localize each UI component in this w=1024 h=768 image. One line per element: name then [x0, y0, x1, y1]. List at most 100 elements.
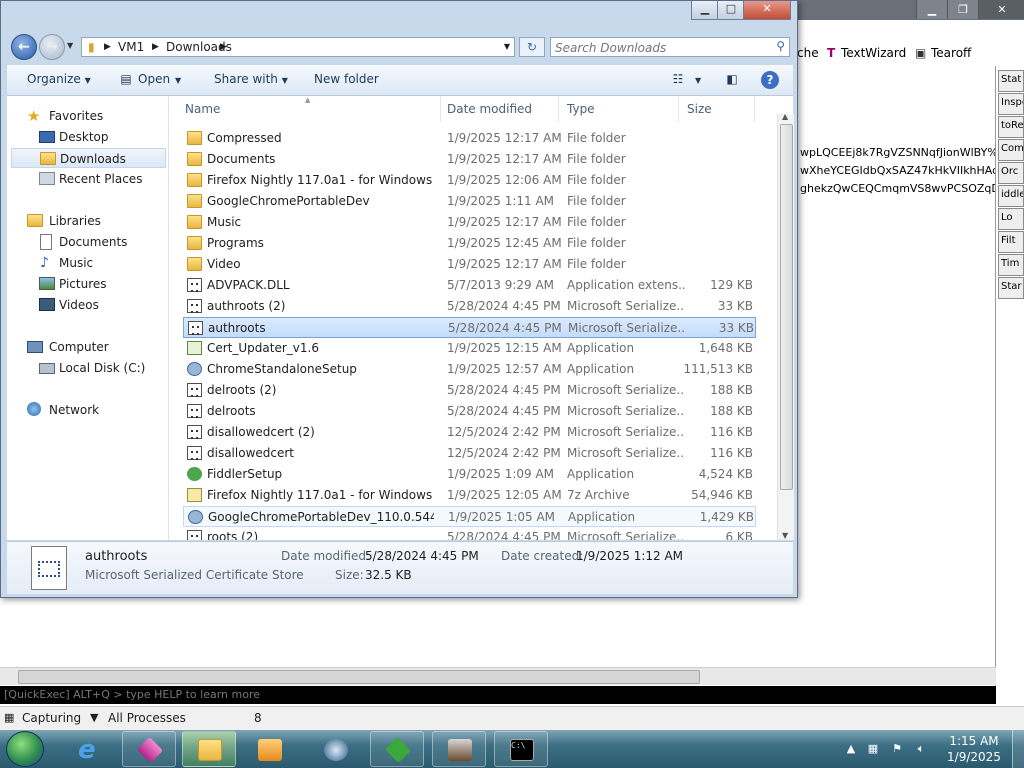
maximize-button[interactable]: □: [717, 1, 745, 20]
minimize-button[interactable]: ▁: [691, 1, 719, 20]
tab-fiddlerscript[interactable]: iddle: [998, 185, 1024, 207]
column-type[interactable]: Type: [559, 96, 679, 122]
nav-recent-places[interactable]: Recent Places: [7, 169, 167, 189]
tab-autoresponder[interactable]: toRe: [998, 116, 1024, 138]
file-row[interactable]: Programs 1/9/2025 12:45 AM File folder: [183, 233, 756, 254]
show-hidden-icons[interactable]: ▲: [844, 742, 858, 756]
file-row[interactable]: delroots 5/28/2024 4:45 PM Microsoft Seria…: [183, 401, 756, 422]
search-icon[interactable]: ⚲: [776, 39, 785, 53]
nav-documents[interactable]: Documents: [7, 232, 167, 252]
nav-favorites[interactable]: ★ Favorites: [7, 106, 167, 126]
file-row[interactable]: roots (2) 5/28/2024 4:45 PM Microsoft Seri…: [183, 527, 756, 540]
view-options-icon[interactable]: ☷: [667, 69, 689, 89]
preview-pane-icon[interactable]: ◧: [721, 69, 743, 89]
file-row[interactable]: Firefox Nightly 117.0a1 - for Windows 7 …: [183, 485, 756, 506]
share-with-button[interactable]: Share with ▼: [214, 72, 288, 86]
tab-statistics[interactable]: Stat: [998, 70, 1024, 92]
view-dropdown[interactable]: ▼: [695, 76, 701, 85]
file-row[interactable]: ChromeStandaloneSetup 1/9/2025 12:57 AM Ap…: [183, 359, 756, 380]
file-row[interactable]: GoogleChromePortableDev_110.0.5449.3... 1…: [183, 506, 756, 527]
organize-button[interactable]: Organize ▼: [27, 72, 91, 86]
file-row[interactable]: disallowedcert 12/5/2024 2:42 PM Microsoft…: [183, 443, 756, 464]
background-minimize-button[interactable]: ▁: [916, 0, 947, 19]
nav-pictures[interactable]: Pictures: [7, 274, 167, 294]
network-tray-icon[interactable]: ▦: [866, 742, 880, 756]
background-close-button[interactable]: ✕: [978, 0, 1024, 19]
taskbar-app-3[interactable]: [432, 731, 486, 767]
address-bar[interactable]: ▮ ▶ VM1 ▶ Downloads ▶ ▼: [81, 37, 515, 57]
scrollbar-thumb[interactable]: [18, 670, 700, 684]
recent-pages-dropdown[interactable]: ▼: [67, 41, 73, 50]
column-date-modified[interactable]: Date modified: [439, 96, 559, 122]
file-row[interactable]: authroots (2) 5/28/2024 4:45 PM Microsoft …: [183, 296, 756, 317]
scroll-down-arrow[interactable]: ▼: [782, 531, 788, 540]
textwizard-button[interactable]: TextWizard: [841, 46, 906, 60]
splitter[interactable]: [995, 66, 996, 686]
cache-button[interactable]: che: [797, 46, 819, 60]
search-input[interactable]: [553, 39, 767, 56]
tearoff-button[interactable]: Tearoff: [931, 46, 971, 60]
nav-music[interactable]: ♪ Music: [7, 253, 167, 273]
nav-computer[interactable]: Computer: [7, 337, 167, 357]
breadcrumb-vm1[interactable]: VM1: [118, 40, 144, 54]
tab-timeline[interactable]: Tim: [998, 254, 1024, 276]
horizontal-scrollbar[interactable]: [0, 667, 996, 685]
file-row[interactable]: FiddlerSetup 1/9/2025 1:09 AM Application 4…: [183, 464, 756, 485]
open-button[interactable]: Open: [138, 72, 170, 86]
file-row[interactable]: authroots 5/28/2024 4:45 PM Microsoft Seri…: [183, 317, 756, 338]
background-maximize-button[interactable]: ❐: [947, 0, 978, 19]
tab-orchestra[interactable]: Orc: [998, 162, 1024, 184]
capturing-toggle[interactable]: Capturing: [22, 711, 81, 725]
volume-icon[interactable]: 🔈︎: [914, 742, 928, 756]
back-button[interactable]: ←: [11, 34, 37, 60]
address-history-dropdown[interactable]: ▼: [504, 42, 510, 51]
column-size[interactable]: Size: [679, 96, 755, 122]
file-row[interactable]: disallowedcert (2) 12/5/2024 2:42 PM Micro…: [183, 422, 756, 443]
tab-filters[interactable]: Filt: [998, 231, 1024, 253]
nav-libraries[interactable]: Libraries: [7, 211, 167, 231]
file-row[interactable]: GoogleChromePortableDev 1/9/2025 1:11 AM F…: [183, 191, 756, 212]
nav-local-disk[interactable]: Local Disk (C:): [7, 358, 167, 378]
flag-icon[interactable]: ⚑: [890, 742, 904, 756]
session-url[interactable]: ghekzQwCEQCmqmVS8wvPCSOZqDG%...: [800, 182, 995, 200]
tab-start[interactable]: Star: [998, 277, 1024, 299]
scroll-up-arrow[interactable]: ▲: [782, 112, 788, 121]
process-filter[interactable]: All Processes: [108, 711, 186, 725]
quickexec-input[interactable]: [QuickExec] ALT+Q > type HELP to learn m…: [0, 686, 996, 704]
file-row[interactable]: Documents 1/9/2025 12:17 AM File folder: [183, 149, 756, 170]
help-icon[interactable]: ?: [761, 71, 779, 89]
nav-desktop[interactable]: Desktop: [7, 127, 167, 147]
nav-videos[interactable]: Videos: [7, 295, 167, 315]
scrollbar-thumb[interactable]: [780, 124, 793, 490]
taskbar-media-player[interactable]: [242, 731, 296, 767]
nav-downloads[interactable]: Downloads: [11, 148, 166, 168]
start-button[interactable]: [6, 731, 44, 767]
refresh-button[interactable]: ↻: [519, 37, 545, 57]
taskbar-fiddler[interactable]: [370, 731, 424, 767]
clock[interactable]: 1:15 AM 1/9/2025: [944, 733, 1004, 765]
file-row[interactable]: ADVPACK.DLL 5/7/2013 9:29 AM Application e…: [183, 275, 756, 296]
open-dropdown[interactable]: ▼: [175, 76, 181, 85]
close-button[interactable]: ✕: [743, 1, 791, 20]
taskbar-app-1[interactable]: [122, 731, 176, 767]
show-desktop-button[interactable]: [1012, 730, 1024, 768]
forward-button[interactable]: →: [39, 34, 65, 60]
file-row[interactable]: Cert_Updater_v1.6 1/9/2025 12:15 AM Applic…: [183, 338, 756, 359]
vertical-scrollbar[interactable]: ▲ ▼: [777, 112, 794, 540]
file-row[interactable]: Compressed 1/9/2025 12:17 AM File folder: [183, 128, 756, 149]
taskbar-command-prompt[interactable]: C:\: [494, 731, 548, 767]
taskbar-windows-explorer[interactable]: [182, 731, 236, 767]
session-url[interactable]: wXheYCEGIdbQxSAZ47kHkVIIkhHAo%3D: [800, 164, 995, 182]
taskbar-app-2[interactable]: [308, 731, 362, 767]
file-row[interactable]: Video 1/9/2025 12:17 AM File folder: [183, 254, 756, 275]
file-row[interactable]: delroots (2) 5/28/2024 4:45 PM Microsoft S…: [183, 380, 756, 401]
tab-composer[interactable]: Com: [998, 139, 1024, 161]
tab-inspectors[interactable]: Inspe: [998, 93, 1024, 115]
file-row[interactable]: Music 1/9/2025 12:17 AM File folder: [183, 212, 756, 233]
session-url[interactable]: wpLQCEEj8k7RgVZSNNqfJionWlBY%3D: [800, 146, 995, 164]
nav-network[interactable]: Network: [7, 400, 167, 420]
tab-log[interactable]: Lo: [998, 208, 1024, 230]
file-row[interactable]: Firefox Nightly 117.0a1 - for Windows 7 …: [183, 170, 756, 191]
new-folder-button[interactable]: New folder: [314, 72, 379, 86]
taskbar-internet-explorer[interactable]: e: [62, 731, 116, 767]
